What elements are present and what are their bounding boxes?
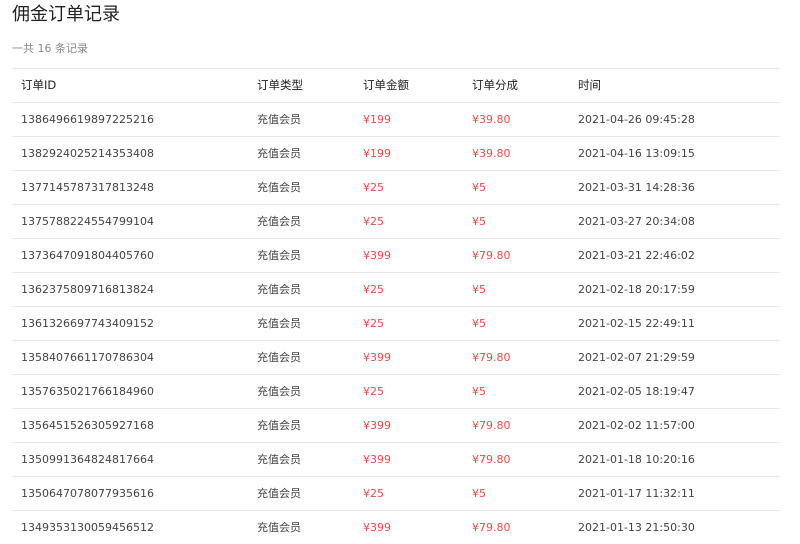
table-row: 1386496619897225216 充值会员 ¥199 ¥39.80 2021-04… bbox=[12, 102, 780, 136]
order-amount-cell: ¥25 bbox=[363, 317, 384, 330]
order-time-cell: 2021-04-16 13:09:15 bbox=[578, 147, 695, 160]
order-time-cell: 2021-02-15 22:49:11 bbox=[578, 317, 695, 330]
table-row: 1350647078077935616 充值会员 ¥25 ¥5 2021-01-17 1… bbox=[12, 476, 780, 510]
order-id-cell: 1386496619897225216 bbox=[21, 113, 154, 126]
table-row: 1377145787317813248 充值会员 ¥25 ¥5 2021-03-31 1… bbox=[12, 170, 780, 204]
order-id-cell: 1357635021766184960 bbox=[21, 385, 154, 398]
order-type-cell: 充值会员 bbox=[257, 487, 301, 500]
order-amount-cell: ¥25 bbox=[363, 181, 384, 194]
order-time-cell: 2021-01-18 10:20:16 bbox=[578, 453, 695, 466]
order-amount-cell: ¥25 bbox=[363, 283, 384, 296]
order-time-cell: 2021-04-26 09:45:28 bbox=[578, 113, 695, 126]
header-order-amount: 订单金额 bbox=[363, 78, 409, 92]
header-order-id: 订单ID bbox=[21, 78, 57, 92]
order-share-cell: ¥5 bbox=[472, 317, 486, 330]
order-time-cell: 2021-01-17 11:32:11 bbox=[578, 487, 695, 500]
order-share-cell: ¥5 bbox=[472, 385, 486, 398]
order-type-cell: 充值会员 bbox=[257, 419, 301, 432]
order-id-cell: 1362375809716813824 bbox=[21, 283, 154, 296]
order-amount-cell: ¥199 bbox=[363, 147, 391, 160]
order-type-cell: 充值会员 bbox=[257, 385, 301, 398]
table-row: 1361326697743409152 充值会员 ¥25 ¥5 2021-02-15 2… bbox=[12, 306, 780, 340]
order-share-cell: ¥5 bbox=[472, 487, 486, 500]
table-row: 1382924025214353408 充值会员 ¥199 ¥39.80 2021-04… bbox=[12, 136, 780, 170]
order-type-cell: 充值会员 bbox=[257, 317, 301, 330]
order-amount-cell: ¥25 bbox=[363, 215, 384, 228]
order-type-cell: 充值会员 bbox=[257, 521, 301, 534]
order-amount-cell: ¥399 bbox=[363, 453, 391, 466]
page-title: 佣金订单记录 bbox=[12, 4, 120, 25]
table-row: 1350991364824817664 充值会员 ¥399 ¥79.80 2021-01… bbox=[12, 442, 780, 476]
table-row: 1373647091804405760 充值会员 ¥399 ¥79.80 2021-03… bbox=[12, 238, 780, 272]
order-id-cell: 1358407661170786304 bbox=[21, 351, 154, 364]
commission-orders-page: 佣金订单记录 一共 16 条记录 订单ID 订单类型 订单金额 订单分成 时间 … bbox=[0, 0, 800, 534]
order-share-cell: ¥79.80 bbox=[472, 453, 511, 466]
table-row: 1349353130059456512 充值会员 ¥399 ¥79.80 2021-01… bbox=[12, 510, 780, 544]
order-id-cell: 1382924025214353408 bbox=[21, 147, 154, 160]
order-id-cell: 1350991364824817664 bbox=[21, 453, 154, 466]
order-time-cell: 2021-02-18 20:17:59 bbox=[578, 283, 695, 296]
header-order-type: 订单类型 bbox=[257, 78, 303, 92]
order-share-cell: ¥79.80 bbox=[472, 521, 511, 534]
order-amount-cell: ¥399 bbox=[363, 351, 391, 364]
order-amount-cell: ¥199 bbox=[363, 113, 391, 126]
table-row: 1375788224554799104 充值会员 ¥25 ¥5 2021-03-27 2… bbox=[12, 204, 780, 238]
order-share-cell: ¥79.80 bbox=[472, 419, 511, 432]
order-time-cell: 2021-02-05 18:19:47 bbox=[578, 385, 695, 398]
order-amount-cell: ¥25 bbox=[363, 385, 384, 398]
order-type-cell: 充值会员 bbox=[257, 453, 301, 466]
order-id-cell: 1349353130059456512 bbox=[21, 521, 154, 534]
order-share-cell: ¥39.80 bbox=[472, 113, 511, 126]
order-type-cell: 充值会员 bbox=[257, 113, 301, 126]
order-id-cell: 1377145787317813248 bbox=[21, 181, 154, 194]
record-count: 一共 16 条记录 bbox=[12, 42, 88, 55]
order-type-cell: 充值会员 bbox=[257, 147, 301, 160]
table-row: 1357635021766184960 充值会员 ¥25 ¥5 2021-02-05 1… bbox=[12, 374, 780, 408]
order-share-cell: ¥39.80 bbox=[472, 147, 511, 160]
order-amount-cell: ¥25 bbox=[363, 487, 384, 500]
table-row: 1362375809716813824 充值会员 ¥25 ¥5 2021-02-18 2… bbox=[12, 272, 780, 306]
order-id-cell: 1361326697743409152 bbox=[21, 317, 154, 330]
order-time-cell: 2021-02-07 21:29:59 bbox=[578, 351, 695, 364]
order-type-cell: 充值会员 bbox=[257, 181, 301, 194]
order-time-cell: 2021-01-13 21:50:30 bbox=[578, 521, 695, 534]
order-time-cell: 2021-03-27 20:34:08 bbox=[578, 215, 695, 228]
order-amount-cell: ¥399 bbox=[363, 249, 391, 262]
order-amount-cell: ¥399 bbox=[363, 521, 391, 534]
order-type-cell: 充值会员 bbox=[257, 351, 301, 364]
order-id-cell: 1375788224554799104 bbox=[21, 215, 154, 228]
table-header-row: 订单ID 订单类型 订单金额 订单分成 时间 bbox=[12, 68, 780, 102]
order-id-cell: 1373647091804405760 bbox=[21, 249, 154, 262]
order-time-cell: 2021-02-02 11:57:00 bbox=[578, 419, 695, 432]
order-time-cell: 2021-03-31 14:28:36 bbox=[578, 181, 695, 194]
order-share-cell: ¥79.80 bbox=[472, 249, 511, 262]
order-id-cell: 1350647078077935616 bbox=[21, 487, 154, 500]
order-type-cell: 充值会员 bbox=[257, 283, 301, 296]
order-share-cell: ¥5 bbox=[472, 215, 486, 228]
header-order-share: 订单分成 bbox=[472, 78, 518, 92]
table-row: 1358407661170786304 充值会员 ¥399 ¥79.80 2021-02… bbox=[12, 340, 780, 374]
order-amount-cell: ¥399 bbox=[363, 419, 391, 432]
order-type-cell: 充值会员 bbox=[257, 249, 301, 262]
order-id-cell: 1356451526305927168 bbox=[21, 419, 154, 432]
order-time-cell: 2021-03-21 22:46:02 bbox=[578, 249, 695, 262]
order-share-cell: ¥5 bbox=[472, 181, 486, 194]
table-row: 1356451526305927168 充值会员 ¥399 ¥79.80 2021-02… bbox=[12, 408, 780, 442]
table-body: 1386496619897225216 充值会员 ¥199 ¥39.80 2021-04… bbox=[12, 102, 780, 544]
order-share-cell: ¥5 bbox=[472, 283, 486, 296]
orders-table: 订单ID 订单类型 订单金额 订单分成 时间 13864966198972252… bbox=[12, 68, 780, 544]
order-type-cell: 充值会员 bbox=[257, 215, 301, 228]
order-share-cell: ¥79.80 bbox=[472, 351, 511, 364]
header-time: 时间 bbox=[578, 78, 601, 92]
